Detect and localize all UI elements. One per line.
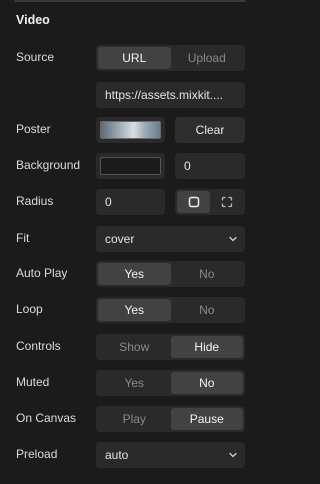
background-label: Background — [16, 158, 81, 172]
poster-picker[interactable] — [96, 117, 165, 143]
loop-option-no[interactable]: No — [171, 299, 244, 321]
fit-row: Fit cover — [0, 226, 260, 252]
radius-value-input[interactable]: 0 — [96, 189, 165, 215]
preload-row: Preload auto — [0, 442, 260, 468]
poster-label: Poster — [16, 122, 51, 136]
background-color-swatch — [100, 157, 161, 175]
radius-row: Radius 0 — [0, 189, 260, 215]
poster-clear-button[interactable]: Clear — [175, 117, 245, 143]
background-row: Background 0 — [0, 153, 260, 179]
background-color-picker[interactable] — [96, 153, 165, 179]
section-title: Video — [16, 13, 50, 27]
muted-option-yes[interactable]: Yes — [98, 372, 171, 394]
loop-label: Loop — [16, 302, 43, 316]
chevron-down-icon — [229, 452, 237, 458]
muted-option-no[interactable]: No — [170, 372, 243, 394]
muted-row: Muted Yes No — [0, 370, 260, 396]
autoplay-toggle: Yes No — [96, 261, 245, 287]
background-value-input[interactable]: 0 — [175, 153, 245, 179]
autoplay-option-yes[interactable]: Yes — [98, 263, 171, 285]
source-option-url[interactable]: URL — [98, 47, 171, 69]
preload-label: Preload — [16, 447, 58, 461]
on-canvas-label: On Canvas — [16, 411, 77, 425]
source-row: Source URL Upload — [0, 45, 260, 71]
preload-select[interactable]: auto — [96, 442, 245, 468]
poster-thumbnail — [100, 121, 161, 139]
autoplay-label: Auto Play — [16, 266, 68, 280]
radius-mode-toggle — [175, 189, 245, 215]
source-url-input[interactable]: https://assets.mixkit.... — [96, 82, 245, 108]
controls-label: Controls — [16, 339, 61, 353]
loop-option-yes[interactable]: Yes — [98, 299, 171, 321]
panel-top-border — [14, 0, 246, 2]
source-option-upload[interactable]: Upload — [171, 47, 244, 69]
individual-corners-icon[interactable] — [210, 191, 243, 213]
autoplay-row: Auto Play Yes No — [0, 261, 260, 287]
muted-label: Muted — [16, 375, 50, 389]
controls-option-hide[interactable]: Hide — [170, 336, 243, 358]
source-toggle: URL Upload — [96, 45, 245, 71]
fit-select-value: cover — [105, 232, 135, 246]
on-canvas-option-play[interactable]: Play — [98, 408, 171, 430]
loop-row: Loop Yes No — [0, 297, 260, 323]
square-corners-icon[interactable] — [177, 191, 210, 213]
preload-select-value: auto — [105, 448, 129, 462]
controls-toggle: Show Hide — [96, 334, 245, 360]
controls-option-show[interactable]: Show — [98, 336, 171, 358]
on-canvas-option-pause[interactable]: Pause — [170, 408, 243, 430]
on-canvas-toggle: Play Pause — [96, 406, 245, 432]
fit-label: Fit — [16, 231, 30, 245]
chevron-down-icon — [229, 236, 237, 242]
controls-row: Controls Show Hide — [0, 334, 260, 360]
loop-toggle: Yes No — [96, 297, 245, 323]
source-label: Source — [16, 50, 55, 64]
muted-toggle: Yes No — [96, 370, 245, 396]
poster-row: Poster Clear — [0, 117, 260, 143]
on-canvas-row: On Canvas Play Pause — [0, 406, 260, 432]
radius-label: Radius — [16, 194, 54, 208]
fit-select[interactable]: cover — [96, 226, 245, 252]
autoplay-option-no[interactable]: No — [171, 263, 244, 285]
